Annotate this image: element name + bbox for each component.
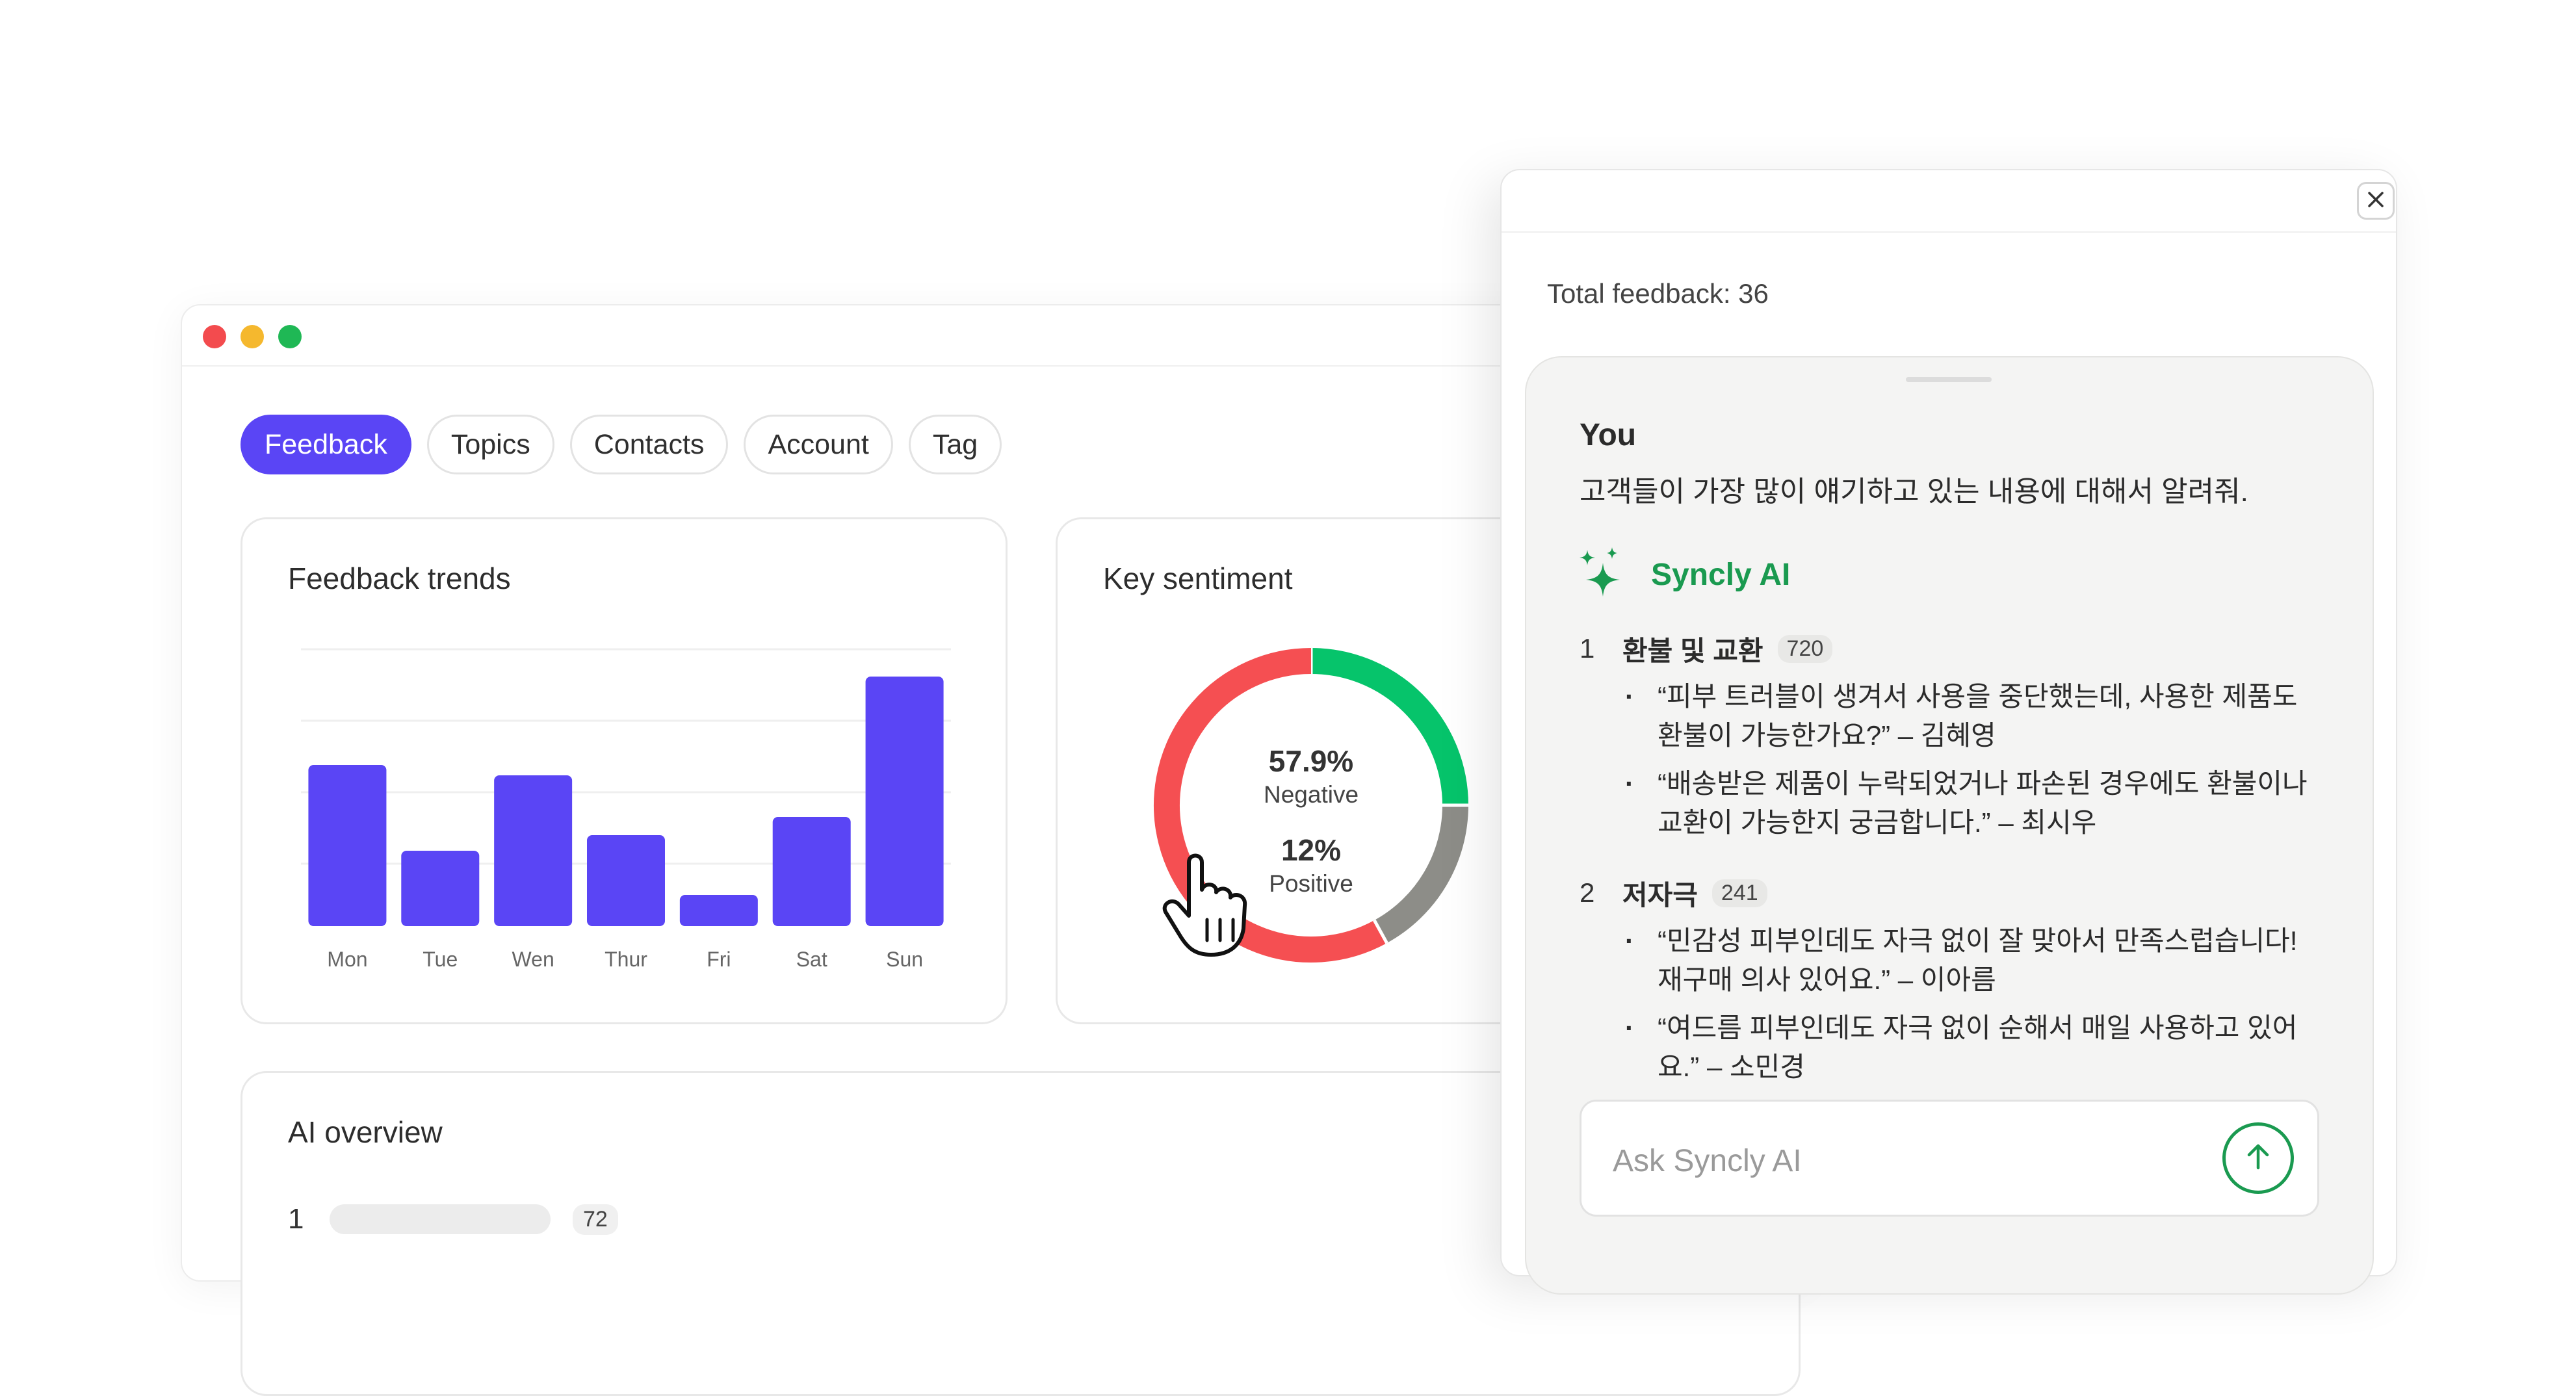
bar-wen[interactable] [494,775,573,926]
ai-overview-title: AI overview [288,1115,443,1149]
bar-mon[interactable] [308,765,387,926]
answer-item: 2 저자극 241 “민감성 피부인데도 자극 없이 잘 맞아서 만족스럽습니다… [1580,873,2327,1087]
panel-header [1502,170,2396,233]
drag-handle[interactable] [1906,377,1992,382]
feedback-trends-card: Feedback trends Mon Tue Wen Thur Fri Sat Sun [241,517,1008,1024]
user-message: 고객들이 가장 많이 얘기하고 있는 내용에 대해서 알려줘. [1580,476,2248,508]
ask-box [1580,1100,2319,1217]
close-icon [2366,187,2386,216]
total-feedback-text: Total feedback: 36 [1547,278,1769,309]
arrow-up-icon [2242,1141,2274,1176]
overview-row[interactable]: 1 72 [288,1203,618,1235]
item-number: 2 [1580,877,1595,908]
item-quote: “여드름 피부인데도 자극 없이 순해서 매일 사용하고 있어요.” – 소민경 [1625,1009,2327,1087]
item-quote: “배송받은 제품이 누락되었거나 파손된 경우에도 환불이나 교환이 가능한지 … [1625,764,2327,842]
item-quote: “민감성 피부인데도 자극 없이 잘 맞아서 만족스럽습니다! 재구매 의사 있… [1625,922,2327,1000]
x-tick-label: Mon [327,948,367,971]
minimize-window-button[interactable] [241,325,264,348]
bar-sat[interactable] [772,817,851,926]
user-name: You [1580,418,1637,452]
item-title: 저자극 [1622,879,1698,911]
answer-item: 1 환불 및 교환 720 “피부 트러블이 생겨서 사용을 중단했는데, 사용… [1580,629,2327,842]
donut-segment-neutral[interactable] [1374,805,1468,944]
overview-rank: 1 [288,1203,304,1235]
bar-sun[interactable] [865,677,944,926]
item-count-badge: 720 [1777,634,1833,663]
ai-answer: 1 환불 및 교환 720 “피부 트러블이 생겨서 사용을 중단했는데, 사용… [1580,629,2327,1118]
syncly-ai-panel: Total feedback: 36 You 고객들이 가장 많이 얘기하고 있… [1500,169,2397,1295]
chat-thread[interactable]: You 고객들이 가장 많이 얘기하고 있는 내용에 대해서 알려줘. Sync… [1525,356,2374,1295]
feedback-trends-chart: Mon Tue Wen Thur Fri Sat Sun [301,648,951,971]
tab-tag[interactable]: Tag [908,415,1002,474]
tab-feedback[interactable]: Feedback [241,415,411,474]
sparkle-icon [1580,547,1622,602]
positive-label: Positive [1269,870,1353,897]
x-tick-label: Sun [886,948,923,971]
bar-thur[interactable] [587,835,665,926]
tab-topics[interactable]: Topics [426,415,554,474]
close-window-button[interactable] [203,325,226,348]
x-tick-label: Sat [796,948,827,971]
send-button[interactable] [2222,1122,2294,1194]
overview-topic-placeholder [330,1204,551,1234]
x-tick-label: Wen [512,948,554,971]
overview-count-badge: 72 [573,1204,618,1235]
x-tick-label: Fri [707,948,731,971]
negative-value: 57.9% [1269,744,1353,778]
item-quote: “피부 트러블이 생겨서 사용을 중단했는데, 사용한 제품도 환불이 가능한가… [1625,677,2327,755]
tab-bar: Feedback Topics Contacts Account Tag [241,415,1002,474]
close-panel-button[interactable] [2357,182,2395,220]
bar-tue[interactable] [401,851,480,926]
ai-header: Syncly AI [1580,547,1790,602]
maximize-window-button[interactable] [278,325,302,348]
item-number: 1 [1580,633,1595,664]
ai-name: Syncly AI [1651,558,1791,592]
ask-input[interactable] [1611,1128,2173,1194]
x-tick-label: Tue [423,948,458,971]
tab-account[interactable]: Account [744,415,893,474]
x-tick-label: Thur [605,948,647,971]
item-title: 환불 및 교환 [1622,635,1763,666]
bar-fri[interactable] [679,895,758,926]
tab-contacts[interactable]: Contacts [569,415,729,474]
positive-value: 12% [1281,833,1341,867]
item-count-badge: 241 [1711,879,1767,907]
negative-label: Negative [1264,781,1359,808]
